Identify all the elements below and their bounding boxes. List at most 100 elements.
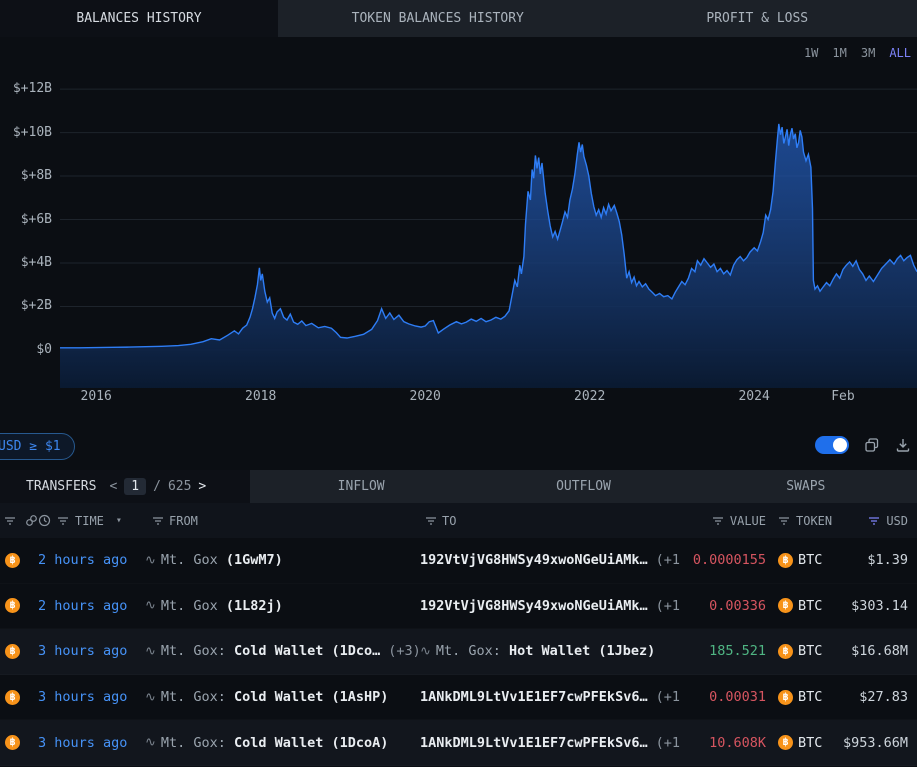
filter-icon[interactable]	[778, 516, 790, 526]
entity-name: Cold Wallet (1AsHP)	[234, 689, 388, 705]
entity-prefix: Mt. Gox	[161, 552, 218, 568]
row-from[interactable]: ∿ Mt. Gox: Cold Wallet (1Dco… (+3)	[145, 643, 420, 659]
entity-wave-icon: ∿	[145, 598, 156, 613]
row-time-link[interactable]: 2 hours ago	[38, 598, 145, 614]
btc-token-icon: ฿	[778, 598, 793, 613]
table-row[interactable]: ฿ 2 hours ago ∿ Mt. Gox (1L82j) 192VtVjV…	[0, 584, 917, 630]
x-axis-label: 2024	[738, 388, 769, 406]
btc-token-icon: ฿	[778, 735, 793, 750]
total-pages: 625	[168, 479, 191, 494]
filter-icon[interactable]	[712, 516, 724, 526]
row-usd: $16.68M	[838, 643, 917, 659]
column-time[interactable]: TIME ▾	[38, 514, 145, 528]
table-row[interactable]: ฿ 2 hours ago ∿ Mt. Gox (1GwM7) 192VtVjV…	[0, 538, 917, 584]
entity-prefix: Mt. Gox	[161, 598, 218, 614]
tab-token-balances-history[interactable]: TOKEN BALANCES HISTORY	[278, 0, 598, 37]
page-separator: /	[153, 479, 161, 494]
usd-filter-label: USD ≥ $1	[0, 439, 61, 454]
row-time-link[interactable]: 3 hours ago	[38, 735, 145, 751]
row-to[interactable]: 1ANkDML9LtVv1E1EF7cwPFEkSv6… (+1)	[420, 689, 680, 705]
copy-icon[interactable]	[864, 437, 880, 453]
next-page-icon[interactable]: >	[198, 479, 206, 494]
token-header-label: TOKEN	[796, 514, 832, 528]
tab-outflow[interactable]: OUTFLOW	[472, 470, 694, 503]
tab-swaps[interactable]: SWAPS	[695, 470, 917, 503]
y-axis-label: $+6B	[0, 211, 52, 229]
extra-count: (+1)	[656, 689, 680, 705]
table-row[interactable]: ฿ 3 hours ago ∿ Mt. Gox: Cold Wallet (1D…	[0, 720, 917, 766]
filter-icon[interactable]	[152, 516, 164, 526]
row-to[interactable]: 1ANkDML9LtVv1E1EF7cwPFEkSv6… (+1)	[420, 735, 680, 751]
filter-icon-active[interactable]	[868, 516, 880, 526]
row-token[interactable]: ฿ BTC	[766, 735, 838, 751]
row-usd: $27.83	[838, 689, 917, 705]
column-value[interactable]: VALUE	[680, 514, 766, 528]
filter-icon[interactable]	[57, 516, 69, 526]
row-time-link[interactable]: 3 hours ago	[38, 689, 145, 705]
row-from[interactable]: ∿ Mt. Gox: Cold Wallet (1AsHP)	[145, 689, 420, 705]
balance-area-plot[interactable]	[60, 68, 917, 388]
tab-balances-history[interactable]: BALANCES HISTORY	[0, 0, 278, 37]
x-axis-label: Feb	[831, 388, 854, 406]
extra-count: (+1)	[656, 552, 680, 568]
row-token[interactable]: ฿ BTC	[766, 598, 838, 614]
entity-name: 192VtVjVG8HWSy49xwoNGeUiAMk…	[420, 598, 648, 614]
entity-prefix: Mt. Gox:	[436, 643, 501, 659]
y-axis-label: $+10B	[0, 124, 52, 142]
extra-count: (+3)	[388, 643, 420, 659]
entity-name: 1ANkDML9LtVv1E1EF7cwPFEkSv6…	[420, 689, 648, 705]
bitcoin-chain-icon: ฿	[5, 690, 20, 705]
row-time-link[interactable]: 2 hours ago	[38, 552, 145, 568]
column-from[interactable]: FROM	[145, 514, 420, 528]
time-header-label: TIME	[75, 514, 104, 528]
row-to[interactable]: 192VtVjVG8HWSy49xwoNGeUiAMk… (+1)	[420, 552, 680, 568]
row-from[interactable]: ∿ Mt. Gox: Cold Wallet (1DcoA)	[145, 735, 420, 751]
chevron-down-icon[interactable]: ▾	[116, 515, 122, 526]
chart-area-fill	[60, 124, 917, 388]
clock-icon[interactable]	[38, 514, 51, 527]
from-header-label: FROM	[169, 514, 198, 528]
filter-icon[interactable]	[425, 516, 437, 526]
token-symbol: BTC	[798, 643, 822, 659]
bitcoin-chain-icon: ฿	[5, 735, 20, 750]
row-time-link[interactable]: 3 hours ago	[38, 643, 145, 659]
usd-header-label: USD	[886, 514, 908, 528]
filter-icon[interactable]	[4, 516, 16, 526]
row-usd: $303.14	[838, 598, 917, 614]
column-token[interactable]: TOKEN	[766, 514, 838, 528]
btc-token-icon: ฿	[778, 553, 793, 568]
transfers-table: ฿ 2 hours ago ∿ Mt. Gox (1GwM7) 192VtVjV…	[0, 538, 917, 766]
x-axis-label: 2020	[410, 388, 441, 406]
chart-toggle[interactable]	[815, 436, 849, 454]
table-header: TIME ▾ FROM TO VALUE TOKEN USD	[0, 503, 917, 538]
row-from[interactable]: ∿ Mt. Gox (1GwM7)	[145, 552, 420, 568]
row-to[interactable]: 192VtVjVG8HWSy49xwoNGeUiAMk… (+1)	[420, 598, 680, 614]
value-header-label: VALUE	[730, 514, 766, 528]
column-usd[interactable]: USD	[838, 514, 917, 528]
tab-inflow[interactable]: INFLOW	[250, 470, 472, 503]
pagination: < 1 / 625 >	[109, 478, 206, 495]
column-to[interactable]: TO	[420, 514, 680, 528]
entity-name: 1ANkDML9LtVv1E1EF7cwPFEkSv6…	[420, 735, 648, 751]
current-page[interactable]: 1	[124, 478, 146, 495]
table-row[interactable]: ฿ 3 hours ago ∿ Mt. Gox: Cold Wallet (1D…	[0, 629, 917, 675]
download-icon[interactable]	[895, 437, 911, 453]
row-token[interactable]: ฿ BTC	[766, 552, 838, 568]
bitcoin-chain-icon: ฿	[5, 598, 20, 613]
tab-profit-loss[interactable]: PROFIT & LOSS	[598, 0, 917, 37]
link-icon[interactable]	[25, 514, 38, 527]
token-symbol: BTC	[798, 689, 822, 705]
row-token[interactable]: ฿ BTC	[766, 643, 838, 659]
row-from[interactable]: ∿ Mt. Gox (1L82j)	[145, 598, 420, 614]
row-to[interactable]: ∿ Mt. Gox: Hot Wallet (1Jbez)	[420, 643, 680, 659]
tab-transfers[interactable]: TRANSFERS < 1 / 625 >	[0, 470, 250, 503]
table-row[interactable]: ฿ 3 hours ago ∿ Mt. Gox: Cold Wallet (1A…	[0, 675, 917, 721]
toggle-knob	[833, 438, 847, 452]
entity-name: 192VtVjVG8HWSy49xwoNGeUiAMk…	[420, 552, 648, 568]
entity-name: Cold Wallet (1Dco…	[234, 643, 380, 659]
chart-actions	[815, 436, 911, 454]
prev-page-icon[interactable]: <	[109, 479, 117, 494]
usd-filter-chip[interactable]: USD ≥ $1	[0, 433, 75, 460]
row-token[interactable]: ฿ BTC	[766, 689, 838, 705]
entity-prefix: Mt. Gox:	[161, 735, 226, 751]
